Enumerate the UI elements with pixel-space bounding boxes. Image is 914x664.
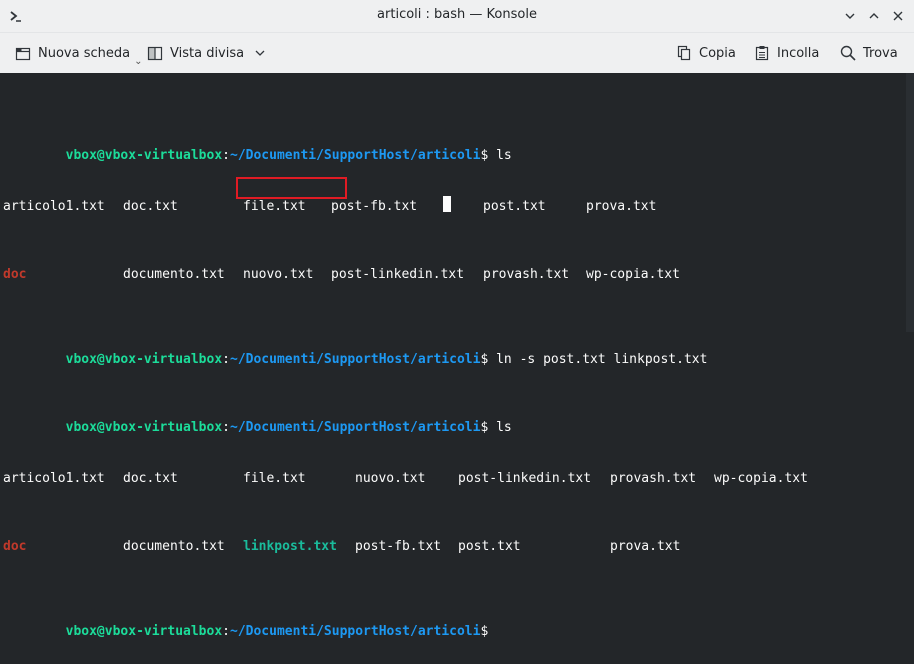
file-entry: prova.txt (586, 199, 657, 214)
prompt-symbol: $ (480, 148, 489, 163)
file-entry: documento.txt (123, 267, 225, 282)
prompt-separator: : (222, 420, 230, 435)
new-tab-button[interactable]: Nuova scheda ⌄ (14, 33, 142, 73)
file-entry: post.txt (458, 539, 521, 554)
file-entry: file.txt (243, 471, 306, 486)
terminal-line: vbox@vbox-virtualbox:~/Documenti/Support… (3, 606, 707, 639)
find-button[interactable]: Trova (839, 33, 898, 73)
paste-icon (755, 46, 769, 61)
terminal-line: vbox@vbox-virtualbox:~/Documenti/Support… (3, 334, 708, 367)
prompt-separator: : (222, 624, 230, 639)
prompt-user: vbox@vbox-virtualbox (65, 624, 223, 639)
window-title: articoli : bash — Konsole (377, 7, 537, 22)
directory-entry: doc (3, 267, 27, 282)
konsole-window: articoli : bash — Konsole Nuova scheda ⌄ (0, 0, 914, 639)
copy-icon (677, 45, 691, 61)
paste-button[interactable]: Incolla (753, 33, 819, 73)
toolbar: Nuova scheda ⌄ Vista divisa Copia Incoll… (0, 33, 914, 74)
file-entry: wp-copia.txt (714, 471, 808, 486)
terminal-line: doc documento.txt linkpost.txt post-fb.t… (3, 538, 707, 555)
close-icon[interactable] (890, 8, 906, 24)
terminal-output[interactable]: vbox@vbox-virtualbox:~/Documenti/Support… (0, 73, 906, 639)
prompt-separator: : (222, 352, 230, 367)
directory-entry: doc (3, 539, 27, 554)
prompt-user: vbox@vbox-virtualbox (65, 352, 223, 367)
file-entry: wp-copia.txt (586, 267, 680, 282)
find-label: Trova (863, 45, 898, 61)
prompt-user: vbox@vbox-virtualbox (65, 420, 223, 435)
scrollbar[interactable] (906, 73, 914, 332)
file-entry: nuovo.txt (243, 267, 314, 282)
command-text: ln -s post.txt linkpost.txt (496, 352, 708, 367)
terminal-line: vbox@vbox-virtualbox:~/Documenti/Support… (3, 402, 707, 435)
chevron-down-icon (255, 50, 265, 56)
file-entry: prova.txt (610, 539, 681, 554)
file-entry: articolo1.txt (3, 199, 105, 214)
prompt-path: ~/Documenti/SupportHost/articoli (230, 624, 481, 639)
file-entry: doc.txt (123, 471, 178, 486)
new-tab-icon (15, 47, 31, 61)
terminal-line: doc documento.txt nuovo.txt post-linkedi… (3, 266, 707, 283)
command-text: ls (496, 420, 512, 435)
copy-button[interactable]: Copia (675, 33, 736, 73)
prompt-path: ~/Documenti/SupportHost/articoli (230, 420, 481, 435)
prompt-symbol: $ (480, 420, 489, 435)
minimize-icon[interactable] (842, 8, 858, 24)
file-entry: post-fb.txt (331, 199, 418, 214)
text-cursor (443, 196, 451, 212)
split-view-button[interactable]: Vista divisa (146, 33, 266, 73)
file-entry: provash.txt (610, 471, 697, 486)
file-entry: articolo1.txt (3, 471, 105, 486)
file-entry: post.txt (483, 199, 546, 214)
prompt-symbol: $ (480, 624, 489, 639)
terminal-line: vbox@vbox-virtualbox:~/Documenti/Support… (3, 130, 707, 163)
symlink-entry: linkpost.txt (243, 539, 337, 554)
split-view-icon (147, 46, 163, 61)
symlink-highlight-box (236, 177, 347, 199)
file-entry: provash.txt (483, 267, 570, 282)
command-text: ls (496, 148, 512, 163)
terminal-line: articolo1.txt doc.txt file.txt nuovo.txt… (3, 470, 808, 487)
maximize-icon[interactable] (866, 8, 882, 24)
prompt-symbol: $ (480, 352, 489, 367)
prompt-user: vbox@vbox-virtualbox (65, 148, 223, 163)
split-view-label: Vista divisa (170, 45, 245, 61)
title-bar[interactable]: articoli : bash — Konsole (0, 0, 914, 33)
file-entry: post-linkedin.txt (458, 471, 592, 486)
file-entry: post-linkedin.txt (331, 267, 465, 282)
prompt-path: ~/Documenti/SupportHost/articoli (230, 148, 481, 163)
file-entry: documento.txt (123, 539, 225, 554)
chevron-down-icon: ⌄ (134, 55, 143, 67)
copy-label: Copia (699, 45, 736, 61)
file-entry: nuovo.txt (355, 471, 426, 486)
prompt-separator: : (222, 148, 230, 163)
paste-label: Incolla (777, 45, 820, 61)
prompt-path: ~/Documenti/SupportHost/articoli (230, 352, 481, 367)
file-entry: file.txt (243, 199, 306, 214)
new-tab-label: Nuova scheda (38, 45, 131, 61)
file-entry: doc.txt (123, 199, 178, 214)
file-entry: post-fb.txt (355, 539, 442, 554)
search-icon (840, 45, 856, 61)
terminal-line: articolo1.txt doc.txt file.txt post-fb.t… (3, 198, 707, 215)
